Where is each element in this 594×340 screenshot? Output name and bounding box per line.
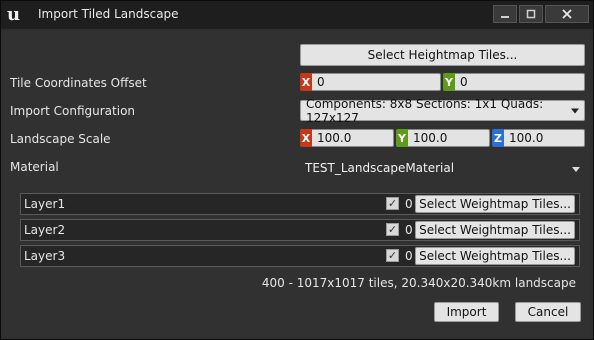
- chevron-down-icon[interactable]: [572, 167, 580, 172]
- layer-row: Layer3 ✓ 0 Select Weightmap Tiles...: [20, 245, 580, 267]
- close-icon[interactable]: [545, 5, 589, 23]
- layer-count: 0: [405, 249, 413, 263]
- layer-enabled-checkbox[interactable]: ✓: [386, 223, 399, 236]
- y-axis-badge: Y: [396, 129, 408, 147]
- layers-panel: Layer1 ✓ 0 Select Weightmap Tiles... Lay…: [20, 193, 580, 273]
- select-weightmap-tiles-button[interactable]: Select Weightmap Tiles...: [415, 247, 575, 265]
- layer-name: Layer2: [24, 223, 66, 237]
- x-axis-badge: X: [300, 73, 312, 91]
- y-axis-badge: Y: [443, 73, 455, 91]
- unreal-logo-icon: u: [7, 4, 21, 25]
- dialog-content: Select Heightmap Tiles... Tile Coordinat…: [3, 31, 591, 337]
- maximize-icon[interactable]: [519, 5, 543, 23]
- layer-count: 0: [405, 197, 413, 211]
- cancel-button[interactable]: Cancel: [515, 302, 581, 322]
- tile-offset-label: Tile Coordinates Offset: [10, 76, 147, 90]
- select-weightmap-tiles-button[interactable]: Select Weightmap Tiles...: [415, 195, 575, 213]
- tile-offset-x-field[interactable]: X 0: [300, 73, 441, 91]
- tile-offset-y-field[interactable]: Y 0: [443, 73, 585, 91]
- window-controls: [493, 5, 589, 23]
- scale-x-field[interactable]: X 100.0: [300, 129, 394, 147]
- import-config-label: Import Configuration: [10, 104, 136, 118]
- scale-y-field[interactable]: Y 100.0: [396, 129, 490, 147]
- layer-count: 0: [405, 223, 413, 237]
- layer-enabled-checkbox[interactable]: ✓: [386, 249, 399, 262]
- tile-offset-x-input[interactable]: 0: [312, 73, 441, 91]
- minimize-icon[interactable]: [493, 5, 517, 23]
- title-bar[interactable]: u Import Tiled Landscape: [1, 1, 593, 29]
- landscape-scale-label: Landscape Scale: [10, 132, 111, 146]
- window-title: Import Tiled Landscape: [38, 7, 179, 21]
- select-weightmap-tiles-button[interactable]: Select Weightmap Tiles...: [415, 221, 575, 239]
- scale-y-input[interactable]: 100.0: [408, 129, 490, 147]
- scale-z-field[interactable]: Z 100.0: [492, 129, 585, 147]
- landscape-summary: 400 - 1017x1017 tiles, 20.340x20.340km l…: [261, 276, 576, 290]
- layer-row: Layer1 ✓ 0 Select Weightmap Tiles...: [20, 193, 580, 215]
- scale-x-input[interactable]: 100.0: [312, 129, 394, 147]
- material-value[interactable]: TEST_LandscapeMaterial: [305, 161, 454, 175]
- tile-offset-y-input[interactable]: 0: [455, 73, 585, 91]
- z-axis-badge: Z: [492, 129, 504, 147]
- import-config-value: Components: 8x8 Sections: 1x1 Quads: 127…: [306, 96, 544, 125]
- layer-row: Layer2 ✓ 0 Select Weightmap Tiles...: [20, 219, 580, 241]
- import-button[interactable]: Import: [434, 302, 499, 322]
- import-config-dropdown[interactable]: Components: 8x8 Sections: 1x1 Quads: 127…: [300, 97, 585, 125]
- scale-z-input[interactable]: 100.0: [504, 129, 585, 147]
- material-label: Material: [10, 160, 59, 174]
- x-axis-badge: X: [300, 129, 312, 147]
- select-heightmap-tiles-button[interactable]: Select Heightmap Tiles...: [300, 44, 585, 66]
- import-tiled-landscape-dialog: u Import Tiled Landscape Select Heightma…: [0, 0, 594, 340]
- chevron-down-icon: [571, 108, 579, 113]
- layer-name: Layer3: [24, 249, 66, 263]
- layer-enabled-checkbox[interactable]: ✓: [386, 197, 399, 210]
- layer-name: Layer1: [24, 197, 66, 211]
